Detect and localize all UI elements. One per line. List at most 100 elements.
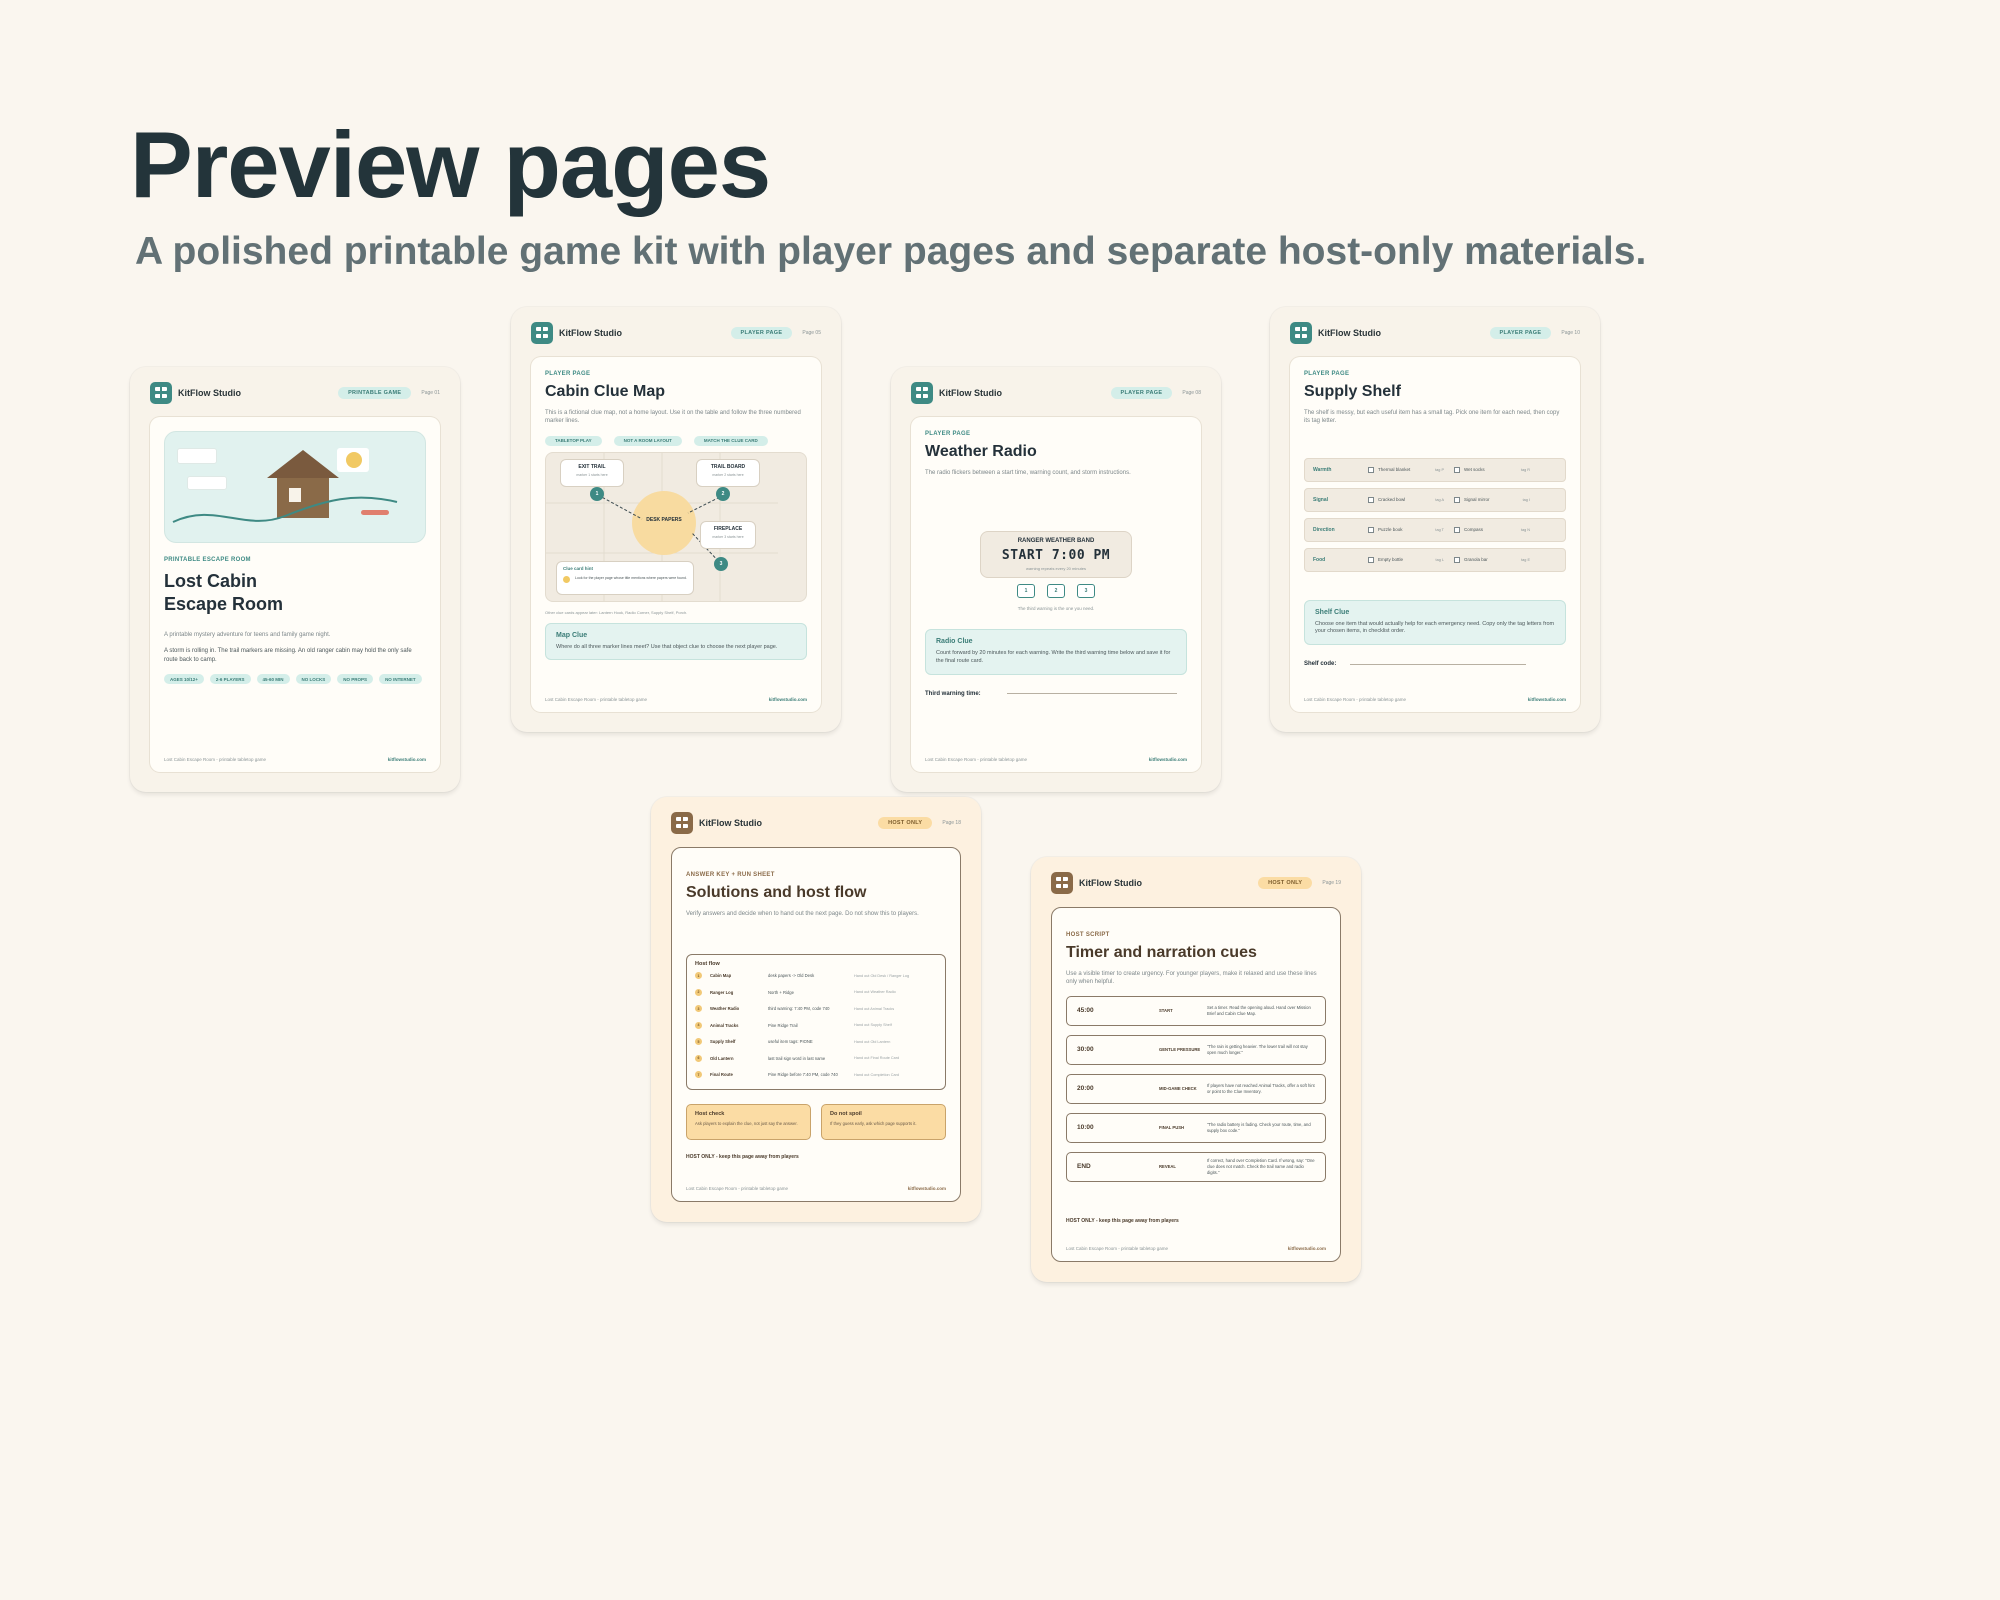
- cover-page: PRINTABLE ESCAPE ROOM Lost Cabin Escape …: [150, 417, 440, 772]
- page-footer: Lost Cabin Escape Room - printable table…: [925, 757, 1187, 762]
- tag: AGES 10/12+: [164, 674, 204, 685]
- chip-row: TABLETOP PLAY NOT A ROOM LAYOUT MATCH TH…: [545, 435, 807, 446]
- chip: MATCH THE CLUE CARD: [693, 435, 768, 446]
- footer-left: Lost Cabin Escape Room - printable table…: [164, 757, 267, 762]
- radio-button-3: 3: [1077, 584, 1095, 599]
- cover-title-line1: Lost Cabin: [164, 571, 257, 591]
- clue-map-page: PLAYER PAGE Cabin Clue Map This is a fic…: [531, 357, 821, 712]
- brand-name: KitFlow Studio: [1318, 328, 1381, 338]
- tag: 45-60 MIN: [256, 674, 290, 685]
- radio-button-1: 1: [1017, 584, 1035, 599]
- cover-kicker: PRINTABLE ESCAPE ROOM: [164, 557, 251, 563]
- page-number: Page 08: [1182, 390, 1201, 396]
- sheet-header: KitFlow Studio PRINTABLE GAME Page 01: [150, 381, 440, 405]
- tag: NO PROPS: [337, 674, 374, 685]
- timer-page: HOST SCRIPT Timer and narration cues Use…: [1051, 907, 1341, 1262]
- map-clue-callout: Map Clue Where do all three marker lines…: [545, 622, 807, 661]
- preview-card-weather-radio[interactable]: KitFlow Studio PLAYER PAGE Page 08 PLAYE…: [891, 367, 1221, 792]
- page-number: Page 18: [942, 820, 961, 826]
- kitflow-logo-icon: [1290, 322, 1312, 344]
- page-number: Page 10: [1561, 330, 1580, 336]
- sheet-header: KitFlow Studio HOST ONLY Page 19: [1051, 871, 1341, 895]
- radio-button-2: 2: [1047, 584, 1065, 599]
- preview-card-timer[interactable]: KitFlow Studio HOST ONLY Page 19 HOST SC…: [1031, 857, 1361, 1282]
- checkbox[interactable]: [1454, 526, 1460, 533]
- table-row: 7 Final Route Pine Ridge before 7:40 PM, c…: [695, 1066, 937, 1083]
- checkbox[interactable]: [1368, 526, 1374, 533]
- host-only-warning: HOST ONLY - keep this page away from pla…: [1066, 1217, 1179, 1224]
- table-row: 4 Animal Tracks Pine Ridge Trail Hand out S…: [695, 1017, 937, 1034]
- shelf-row: Warmth Thermal blanket tag P Wet socks tag…: [1304, 457, 1566, 482]
- brand-name: KitFlow Studio: [178, 388, 241, 398]
- page-type-badge: PLAYER PAGE: [730, 327, 793, 339]
- radio-clue-callout: Radio Clue Count forward by 20 minutes f…: [925, 629, 1187, 675]
- page-heading: Solutions and host flow: [686, 884, 867, 901]
- tag: NO INTERNET: [379, 674, 422, 685]
- radio-buttons: 1 2 3: [925, 584, 1187, 599]
- page-number: Page 01: [421, 390, 440, 396]
- page-description: Use a visible timer to create urgency. F…: [1066, 971, 1317, 986]
- clue-map: EXIT TRAIL marker 1 starts here TRAIL BOA…: [545, 451, 807, 602]
- preview-card-supply-shelf[interactable]: KitFlow Studio PLAYER PAGE Page 10 PLAYE…: [1270, 307, 1600, 732]
- marker-2: 2: [716, 486, 730, 501]
- page-heading: Weather Radio: [925, 443, 1037, 460]
- marker-3: 3: [714, 556, 728, 571]
- page-number: Page 19: [1322, 880, 1341, 886]
- checkbox[interactable]: [1454, 556, 1460, 563]
- page-footer: Lost Cabin Escape Room - printable table…: [686, 1186, 946, 1191]
- answer-line: Shelf code:: [1304, 661, 1566, 667]
- page-number: Page 05: [802, 330, 821, 336]
- other-clues-note: Other clue cards appear later: Lantern H…: [545, 609, 688, 615]
- brand-name: KitFlow Studio: [559, 328, 622, 338]
- sheet-header: KitFlow Studio PLAYER PAGE Page 10: [1290, 321, 1580, 345]
- page-heading: Supply Shelf: [1304, 383, 1401, 400]
- do-not-spoil-note: Do not spoil If they guess early, ask whi…: [821, 1103, 946, 1140]
- page-type-badge: PLAYER PAGE: [1110, 387, 1173, 399]
- page-type-badge: PLAYER PAGE: [1489, 327, 1552, 339]
- page-footer: Lost Cabin Escape Room - printable table…: [1304, 697, 1566, 702]
- sheet-header: KitFlow Studio HOST ONLY Page 18: [671, 811, 961, 835]
- footer-link: kitflowstudio.com: [387, 757, 426, 762]
- table-row: 2 Ranger Log North + Ridge Hand out Weather…: [695, 984, 937, 1001]
- page-subtitle: A polished printable game kit with playe…: [135, 230, 1647, 273]
- answer-line: Third warning time:: [925, 691, 1187, 697]
- timer-cue: 30:00 GENTLE PRESSURE "The rain is getting…: [1066, 1034, 1326, 1065]
- page-kicker: ANSWER KEY + RUN SHEET: [686, 872, 775, 878]
- preview-card-cover[interactable]: KitFlow Studio PRINTABLE GAME Page 01 PR…: [130, 367, 460, 792]
- solutions-page: ANSWER KEY + RUN SHEET Solutions and hos…: [671, 847, 961, 1202]
- timer-cue: 10:00 FINAL PUSH "The radio battery is fad…: [1066, 1112, 1326, 1143]
- preview-card-clue-map[interactable]: KitFlow Studio PLAYER PAGE Page 05 PLAYE…: [511, 307, 841, 732]
- sheet-header: KitFlow Studio PLAYER PAGE Page 08: [911, 381, 1201, 405]
- shelf-row: Signal Cracked bowl tag A Signal mirror ta…: [1304, 487, 1566, 512]
- checkbox[interactable]: [1368, 556, 1374, 563]
- brand-name: KitFlow Studio: [1079, 878, 1142, 888]
- checkbox[interactable]: [1368, 496, 1374, 503]
- brand-name: KitFlow Studio: [939, 388, 1002, 398]
- sheet-header: KitFlow Studio PLAYER PAGE Page 05: [531, 321, 821, 345]
- preview-card-solutions[interactable]: KitFlow Studio HOST ONLY Page 18 ANSWER …: [651, 797, 981, 1222]
- cabin-illustration: [164, 431, 426, 543]
- table-row: 3 Weather Radio third warning: 7:40 PM, co…: [695, 1000, 937, 1017]
- cover-title-line2: Escape Room: [164, 594, 284, 614]
- kitflow-logo-icon: [671, 812, 693, 834]
- page-description: The shelf is messy, but each useful item…: [1304, 410, 1560, 425]
- shelf-row: Direction Puzzle book tag T Compass tag N: [1304, 517, 1566, 542]
- supply-shelf-page: PLAYER PAGE Supply Shelf The shelf is me…: [1290, 357, 1580, 712]
- page-kicker: HOST SCRIPT: [1066, 932, 1110, 938]
- checkbox[interactable]: [1368, 466, 1374, 473]
- map-node-desk-papers: DESK PAPERS: [646, 516, 682, 523]
- radio-lcd: START 7:00 PM: [1001, 548, 1111, 564]
- host-notes: Host check Ask players to explain the clu…: [686, 1103, 946, 1140]
- shelf-row: Food Empty bottle tag L Granola bar tag E: [1304, 547, 1566, 572]
- radio-display: RANGER WEATHER BAND START 7:00 PM warnin…: [980, 531, 1132, 579]
- shelf-clue-callout: Shelf Clue Choose one item that would ac…: [1304, 599, 1566, 646]
- kitflow-logo-icon: [150, 382, 172, 404]
- checkbox[interactable]: [1454, 496, 1460, 503]
- cover-story: A storm is rolling in. The trail markers…: [164, 648, 412, 663]
- kitflow-logo-icon: [911, 382, 933, 404]
- marker-1: 1: [590, 486, 604, 501]
- checkbox[interactable]: [1454, 466, 1460, 473]
- page-heading: Cabin Clue Map: [545, 383, 666, 400]
- tag: 2-6 PLAYERS: [209, 674, 251, 685]
- kitflow-logo-icon: [1051, 872, 1073, 894]
